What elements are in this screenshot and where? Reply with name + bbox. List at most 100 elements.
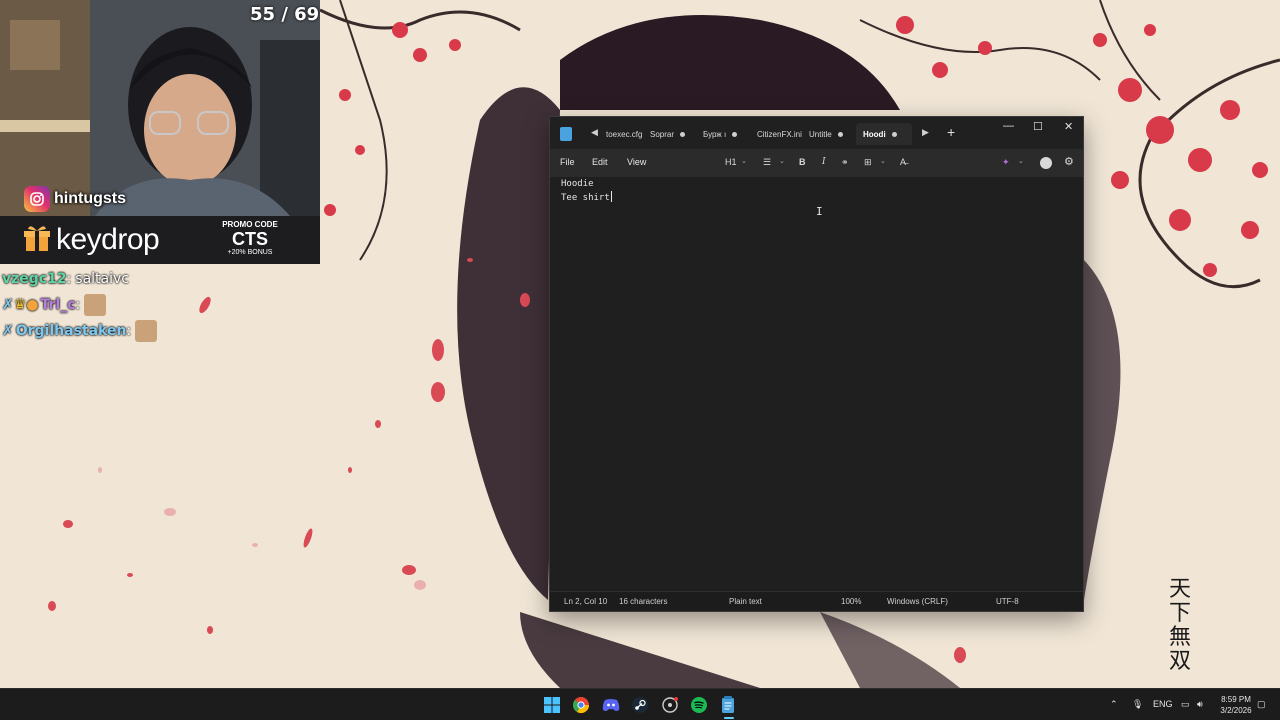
- italic-button[interactable]: I: [822, 157, 826, 167]
- chevron-down-icon[interactable]: ⌄: [1018, 157, 1024, 165]
- status-bar: Ln 2, Col 10 16 characters Plain text 10…: [550, 591, 1083, 611]
- spotify-icon[interactable]: [689, 695, 709, 715]
- status-cursor-position: Ln 2, Col 10: [564, 597, 608, 606]
- copilot-icon[interactable]: ✦: [1002, 157, 1010, 168]
- notepad-window[interactable]: ◀ toexec.cfg Soprar Бурж ı CitizenFX.ini…: [549, 116, 1084, 612]
- microphone-icon[interactable]: 🎙︎: [1132, 699, 1143, 710]
- chat-message: vzegc12: saltaivc: [2, 266, 302, 292]
- clock-time: 8:59 PM: [1221, 695, 1251, 704]
- kanji-char: 無: [1168, 625, 1191, 650]
- unsaved-dot-icon: [891, 131, 897, 137]
- new-tab-button[interactable]: +: [947, 124, 955, 140]
- tab-label: toexec.cfg: [606, 129, 643, 139]
- link-icon[interactable]: ⚭: [841, 157, 849, 168]
- menu-file[interactable]: File: [560, 157, 575, 167]
- tab-scroll-left-icon[interactable]: ◀: [591, 127, 598, 138]
- clock-date: 3/2/2026: [1220, 706, 1252, 715]
- system-clock[interactable]: 8:59 PM 3/2/2026: [1212, 694, 1260, 716]
- bold-button[interactable]: B: [799, 157, 806, 167]
- tab-label: Untitle: [809, 129, 832, 139]
- instagram-badge: hintugsts: [24, 186, 126, 212]
- editor-line: Hoodie: [561, 179, 594, 189]
- promo-code-box: PROMO CODE CTS +20% BONUS: [214, 218, 286, 262]
- notification-icon[interactable]: ▢: [1257, 699, 1266, 710]
- status-encoding: UTF-8: [996, 597, 1019, 606]
- instagram-icon: [24, 186, 50, 212]
- tab-label: Бурж ı: [703, 129, 727, 139]
- tab-hoodie[interactable]: Hoodi: [856, 123, 912, 145]
- chat-text: saltaivc: [75, 271, 129, 287]
- close-button[interactable]: ✕: [1064, 120, 1073, 133]
- webcam-image: [0, 0, 320, 216]
- sword-badge-icon: ✗: [2, 297, 14, 313]
- chat-separator: :: [75, 297, 81, 313]
- sword-badge-icon: ✗: [2, 323, 14, 339]
- chevron-down-icon[interactable]: ⌄: [779, 157, 785, 165]
- chat-emote: [84, 294, 107, 316]
- clear-formatting-icon[interactable]: A̶: [900, 157, 906, 167]
- tab-citizenfx[interactable]: CitizenFX.ini: [754, 123, 808, 145]
- discord-icon[interactable]: [601, 695, 621, 715]
- minimize-button[interactable]: —: [1003, 120, 1014, 132]
- chevron-down-icon[interactable]: ⌄: [741, 157, 747, 165]
- tab-soprar[interactable]: Soprar: [647, 123, 691, 145]
- chat-message: ✗ ♛ ● Trl_c:: [2, 292, 302, 318]
- active-app-indicator: [724, 717, 734, 719]
- list-icon[interactable]: ☰: [763, 157, 771, 168]
- menu-edit[interactable]: Edit: [592, 157, 608, 167]
- chat-username: vzegc12: [2, 271, 67, 287]
- gift-icon: [22, 223, 52, 258]
- status-zoom[interactable]: 100%: [841, 597, 861, 606]
- taskbar: ⌃ 🎙︎ ENG ▭ 🔊︎ 8:59 PM 3/2/2026 ▢: [0, 688, 1280, 720]
- chat-separator: :: [66, 271, 72, 287]
- crown-badge-icon: ♛: [13, 297, 27, 313]
- tab-toexec[interactable]: toexec.cfg: [602, 123, 646, 145]
- instagram-handle: hintugsts: [54, 190, 126, 207]
- tab-scroll-right-icon[interactable]: ▶: [922, 127, 929, 138]
- editor-line-with-caret: Tee shirt: [561, 191, 612, 203]
- show-hidden-icons-icon[interactable]: ⌃: [1110, 699, 1118, 710]
- network-icon[interactable]: ▭: [1181, 699, 1190, 710]
- promo-brand-name: keydrop: [56, 223, 160, 256]
- promo-code: CTS: [232, 229, 268, 249]
- promo-brand: keydrop: [22, 223, 160, 258]
- follower-goal-counter: 55 / 69: [250, 4, 320, 25]
- chat-message: ✗ Orgilhastaken:: [2, 318, 302, 344]
- app-icon[interactable]: [660, 695, 680, 715]
- menu-bar: File Edit View H1 ⌄ ☰ ⌄ B I ⚭ ⊞ ⌄ A̶ ✦ ⌄…: [550, 149, 1083, 177]
- volume-icon[interactable]: 🔊︎: [1197, 699, 1203, 710]
- tab-label: Soprar: [650, 129, 675, 139]
- chat-username: Trl_c: [40, 297, 76, 313]
- chevron-down-icon[interactable]: ⌄: [880, 157, 886, 165]
- promo-label: PROMO CODE: [222, 220, 278, 229]
- webcam-feed: 55 / 69 hintugsts: [0, 0, 320, 216]
- kanji-char: 天: [1168, 577, 1191, 602]
- editor-line: Tee shirt: [561, 193, 610, 203]
- title-bar[interactable]: ◀ toexec.cfg Soprar Бурж ı CitizenFX.ini…: [550, 117, 1083, 149]
- notepad-taskbar-icon[interactable]: [718, 695, 738, 715]
- windows-start-icon[interactable]: [542, 695, 562, 715]
- kanji-char: 双: [1168, 649, 1191, 674]
- ibeam-cursor-icon: I: [816, 205, 823, 218]
- text-editor-area[interactable]: Hoodie Tee shirt I: [550, 177, 1083, 591]
- wallpaper-kanji: 天 下 無 双: [1160, 578, 1200, 674]
- steam-icon[interactable]: [630, 695, 650, 715]
- tab-untitled[interactable]: Untitle: [806, 123, 850, 145]
- maximize-button[interactable]: ☐: [1033, 120, 1043, 133]
- status-character-count: 16 characters: [619, 597, 668, 606]
- settings-gear-icon[interactable]: ⚙: [1064, 155, 1074, 168]
- chat-separator: :: [126, 323, 132, 339]
- tab-burzh[interactable]: Бурж ı: [700, 123, 744, 145]
- status-line-ending: Windows (CRLF): [887, 597, 948, 606]
- table-icon[interactable]: ⊞: [864, 157, 872, 168]
- menu-view[interactable]: View: [627, 157, 646, 167]
- heading-dropdown[interactable]: H1: [725, 157, 737, 167]
- chrome-icon[interactable]: [571, 695, 591, 715]
- account-icon[interactable]: [1040, 157, 1052, 169]
- language-indicator[interactable]: ENG: [1153, 699, 1173, 709]
- kanji-char: 下: [1168, 601, 1191, 626]
- stream-chat: vzegc12: saltaivc ✗ ♛ ● Trl_c: ✗ Orgilha…: [2, 266, 302, 344]
- status-text-format[interactable]: Plain text: [729, 597, 762, 606]
- notepad-app-icon: [560, 127, 572, 141]
- unsaved-dot-icon: [837, 131, 843, 137]
